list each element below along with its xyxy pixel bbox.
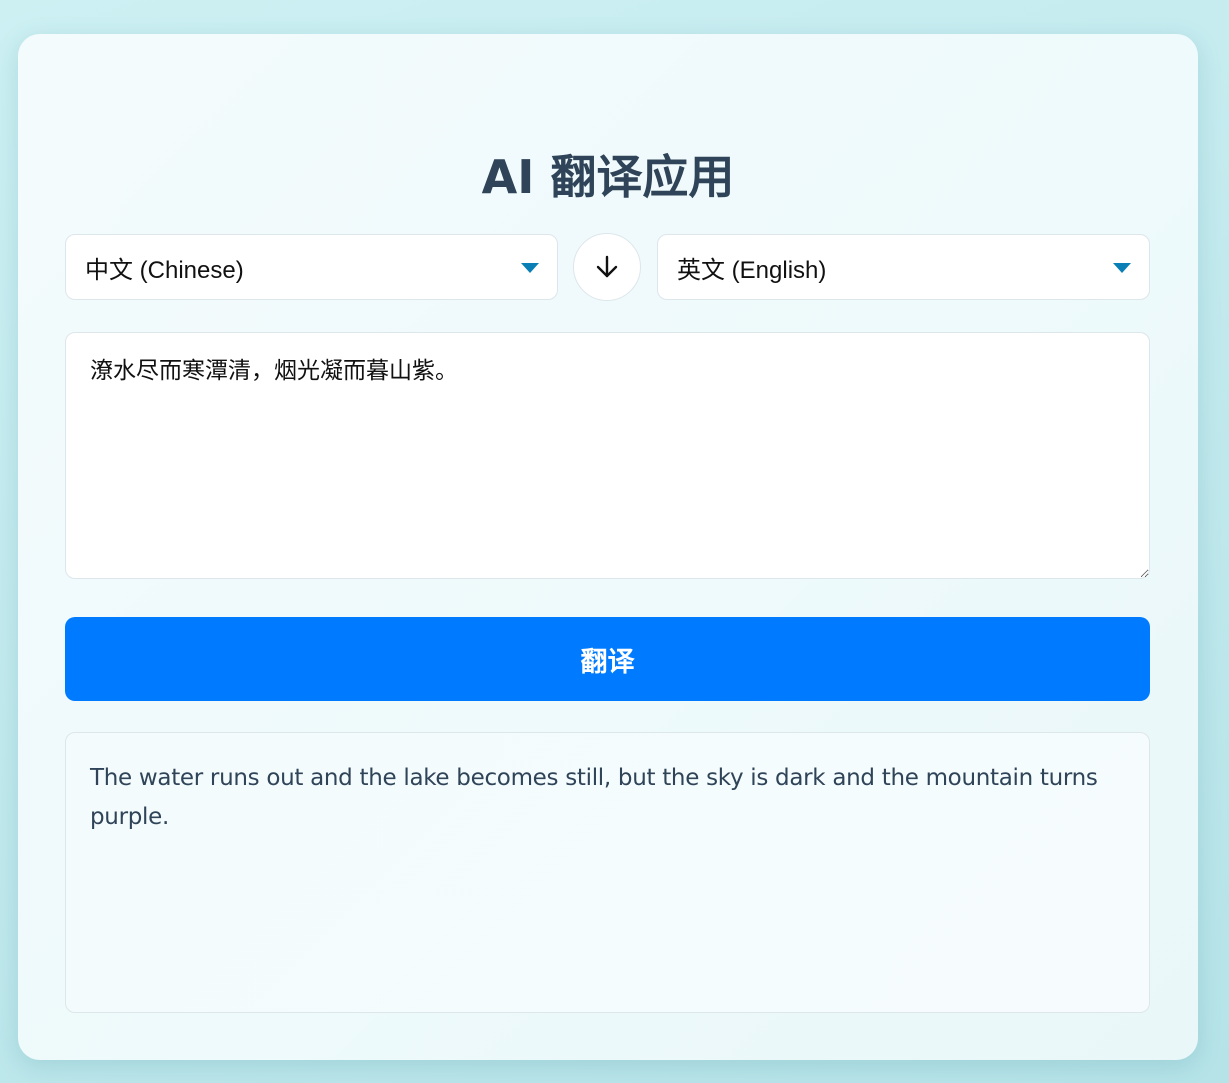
translator-card: AI 翻译应用 中文 (Chinese) 英文 (English) 潦水尽而寒潭… (18, 34, 1198, 1060)
translate-button[interactable]: 翻译 (65, 617, 1150, 701)
page-title: AI 翻译应用 (481, 150, 735, 204)
translation-result: The water runs out and the lake becomes … (65, 732, 1150, 1013)
source-language-label: 中文 (Chinese) (85, 256, 244, 284)
swap-languages-button[interactable] (573, 233, 641, 301)
source-language-select[interactable]: 中文 (Chinese) (65, 234, 558, 300)
target-language-select[interactable]: 英文 (English) (657, 234, 1150, 300)
chevron-down-icon (521, 263, 539, 273)
source-text-input[interactable]: 潦水尽而寒潭清，烟光凝而暮山紫。 (65, 332, 1150, 579)
chevron-down-icon (1113, 263, 1131, 273)
arrow-down-icon (596, 255, 618, 278)
target-language-label: 英文 (English) (677, 256, 827, 284)
translation-result-text: The water runs out and the lake becomes … (90, 765, 1098, 830)
